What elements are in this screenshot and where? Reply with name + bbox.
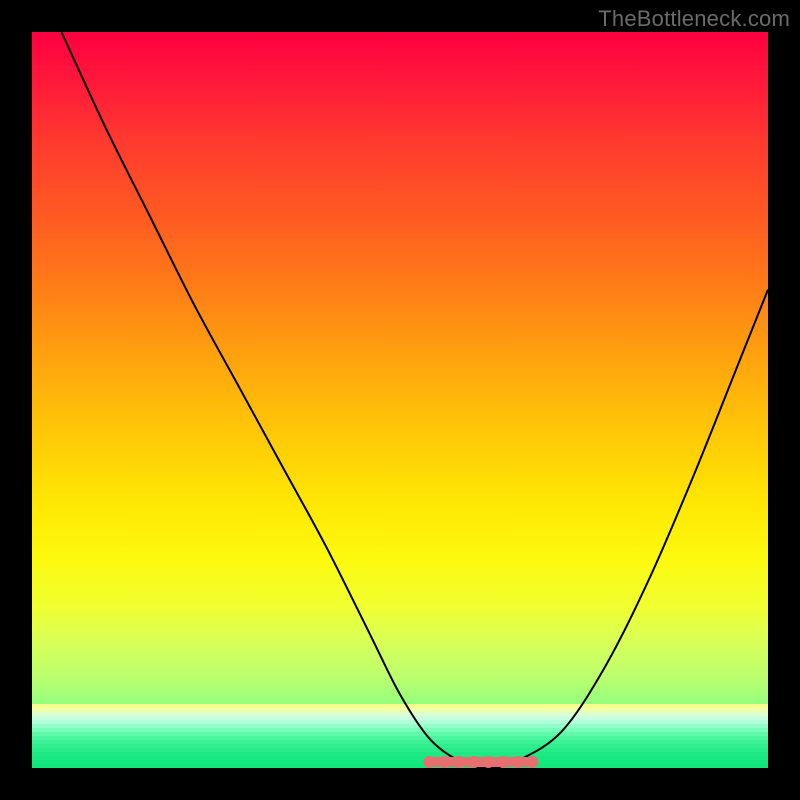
optimal-dot (526, 756, 538, 768)
watermark-text: TheBottleneck.com (598, 6, 790, 32)
optimal-dot (482, 756, 494, 768)
optimal-dot (468, 756, 480, 768)
plot-area (32, 32, 768, 768)
chart-frame: TheBottleneck.com (0, 0, 800, 800)
optimal-dot (423, 756, 435, 768)
optimal-dot (453, 756, 465, 768)
curve-svg (32, 32, 768, 768)
optimal-dot (512, 756, 524, 768)
optimal-dot (497, 756, 509, 768)
bottleneck-curve (61, 32, 768, 768)
optimal-dot (438, 756, 450, 768)
